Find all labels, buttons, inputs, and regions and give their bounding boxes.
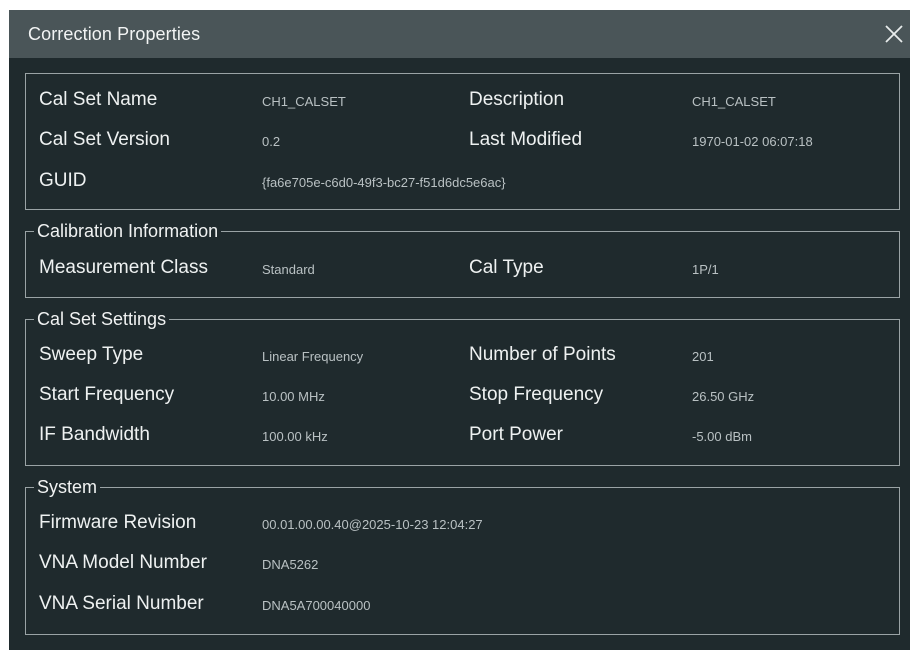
- cal-type-label: Cal Type: [469, 257, 544, 278]
- start-frequency-value: 10.00 MHz: [262, 389, 325, 404]
- number-of-points-value: 201: [692, 349, 714, 364]
- calset-name-label: Cal Set Name: [39, 89, 158, 110]
- last-modified-label: Last Modified: [469, 129, 583, 150]
- close-icon: [885, 25, 903, 43]
- guid-label: GUID: [39, 170, 87, 191]
- last-modified-value: 1970-01-02 06:07:18: [692, 134, 813, 149]
- calibration-info-title: Calibration Information: [34, 220, 222, 242]
- vna-model-number-value: DNA5262: [262, 557, 319, 572]
- stop-frequency-label: Stop Frequency: [469, 384, 604, 405]
- vna-model-number-label: VNA Model Number: [39, 552, 207, 573]
- dialog-title: Correction Properties: [28, 24, 201, 44]
- close-button[interactable]: [876, 18, 910, 52]
- calset-version-label: Cal Set Version: [39, 129, 170, 150]
- vna-serial-number-label: VNA Serial Number: [39, 593, 204, 614]
- description-label: Description: [469, 89, 565, 110]
- vna-serial-number-value: DNA5A700040000: [262, 598, 371, 613]
- measurement-class-value: Standard: [262, 262, 315, 277]
- stop-frequency-value: 26.50 GHz: [692, 389, 755, 404]
- port-power-value: -5.00 dBm: [692, 429, 752, 444]
- calset-version-value: 0.2: [262, 134, 281, 149]
- sweep-type-label: Sweep Type: [39, 344, 144, 365]
- port-power-label: Port Power: [469, 424, 563, 445]
- calibration-info-group: Calibration Information Measurement Clas…: [25, 220, 900, 298]
- title-bar: Correction Properties: [9, 10, 910, 58]
- sweep-type-value: Linear Frequency: [262, 349, 364, 364]
- calset-info-group: Cal Set Name CH1_CALSET Description CH1_…: [25, 73, 900, 210]
- guid-value: {fa6e705e-c6d0-49f3-bc27-f51d6dc5e6ac}: [262, 175, 506, 190]
- calset-settings-title: Cal Set Settings: [34, 308, 170, 330]
- if-bandwidth-value: 100.00 kHz: [262, 429, 328, 444]
- number-of-points-label: Number of Points: [469, 344, 616, 365]
- system-group: System Firmware Revision 00.01.00.00.40@…: [25, 476, 900, 635]
- description-value: CH1_CALSET: [692, 94, 776, 109]
- cal-type-value: 1P/1: [692, 262, 719, 277]
- measurement-class-label: Measurement Class: [39, 257, 208, 278]
- correction-properties-dialog: Correction Properties Cal Set Name CH1_C…: [9, 10, 910, 650]
- calset-settings-group: Cal Set Settings Sweep Type Linear Frequ…: [25, 308, 900, 466]
- firmware-revision-label: Firmware Revision: [39, 512, 197, 533]
- firmware-revision-value: 00.01.00.00.40@2025-10-23 12:04:27: [262, 517, 483, 532]
- system-title: System: [34, 476, 101, 498]
- if-bandwidth-label: IF Bandwidth: [39, 424, 150, 445]
- calset-name-value: CH1_CALSET: [262, 94, 346, 109]
- start-frequency-label: Start Frequency: [39, 384, 175, 405]
